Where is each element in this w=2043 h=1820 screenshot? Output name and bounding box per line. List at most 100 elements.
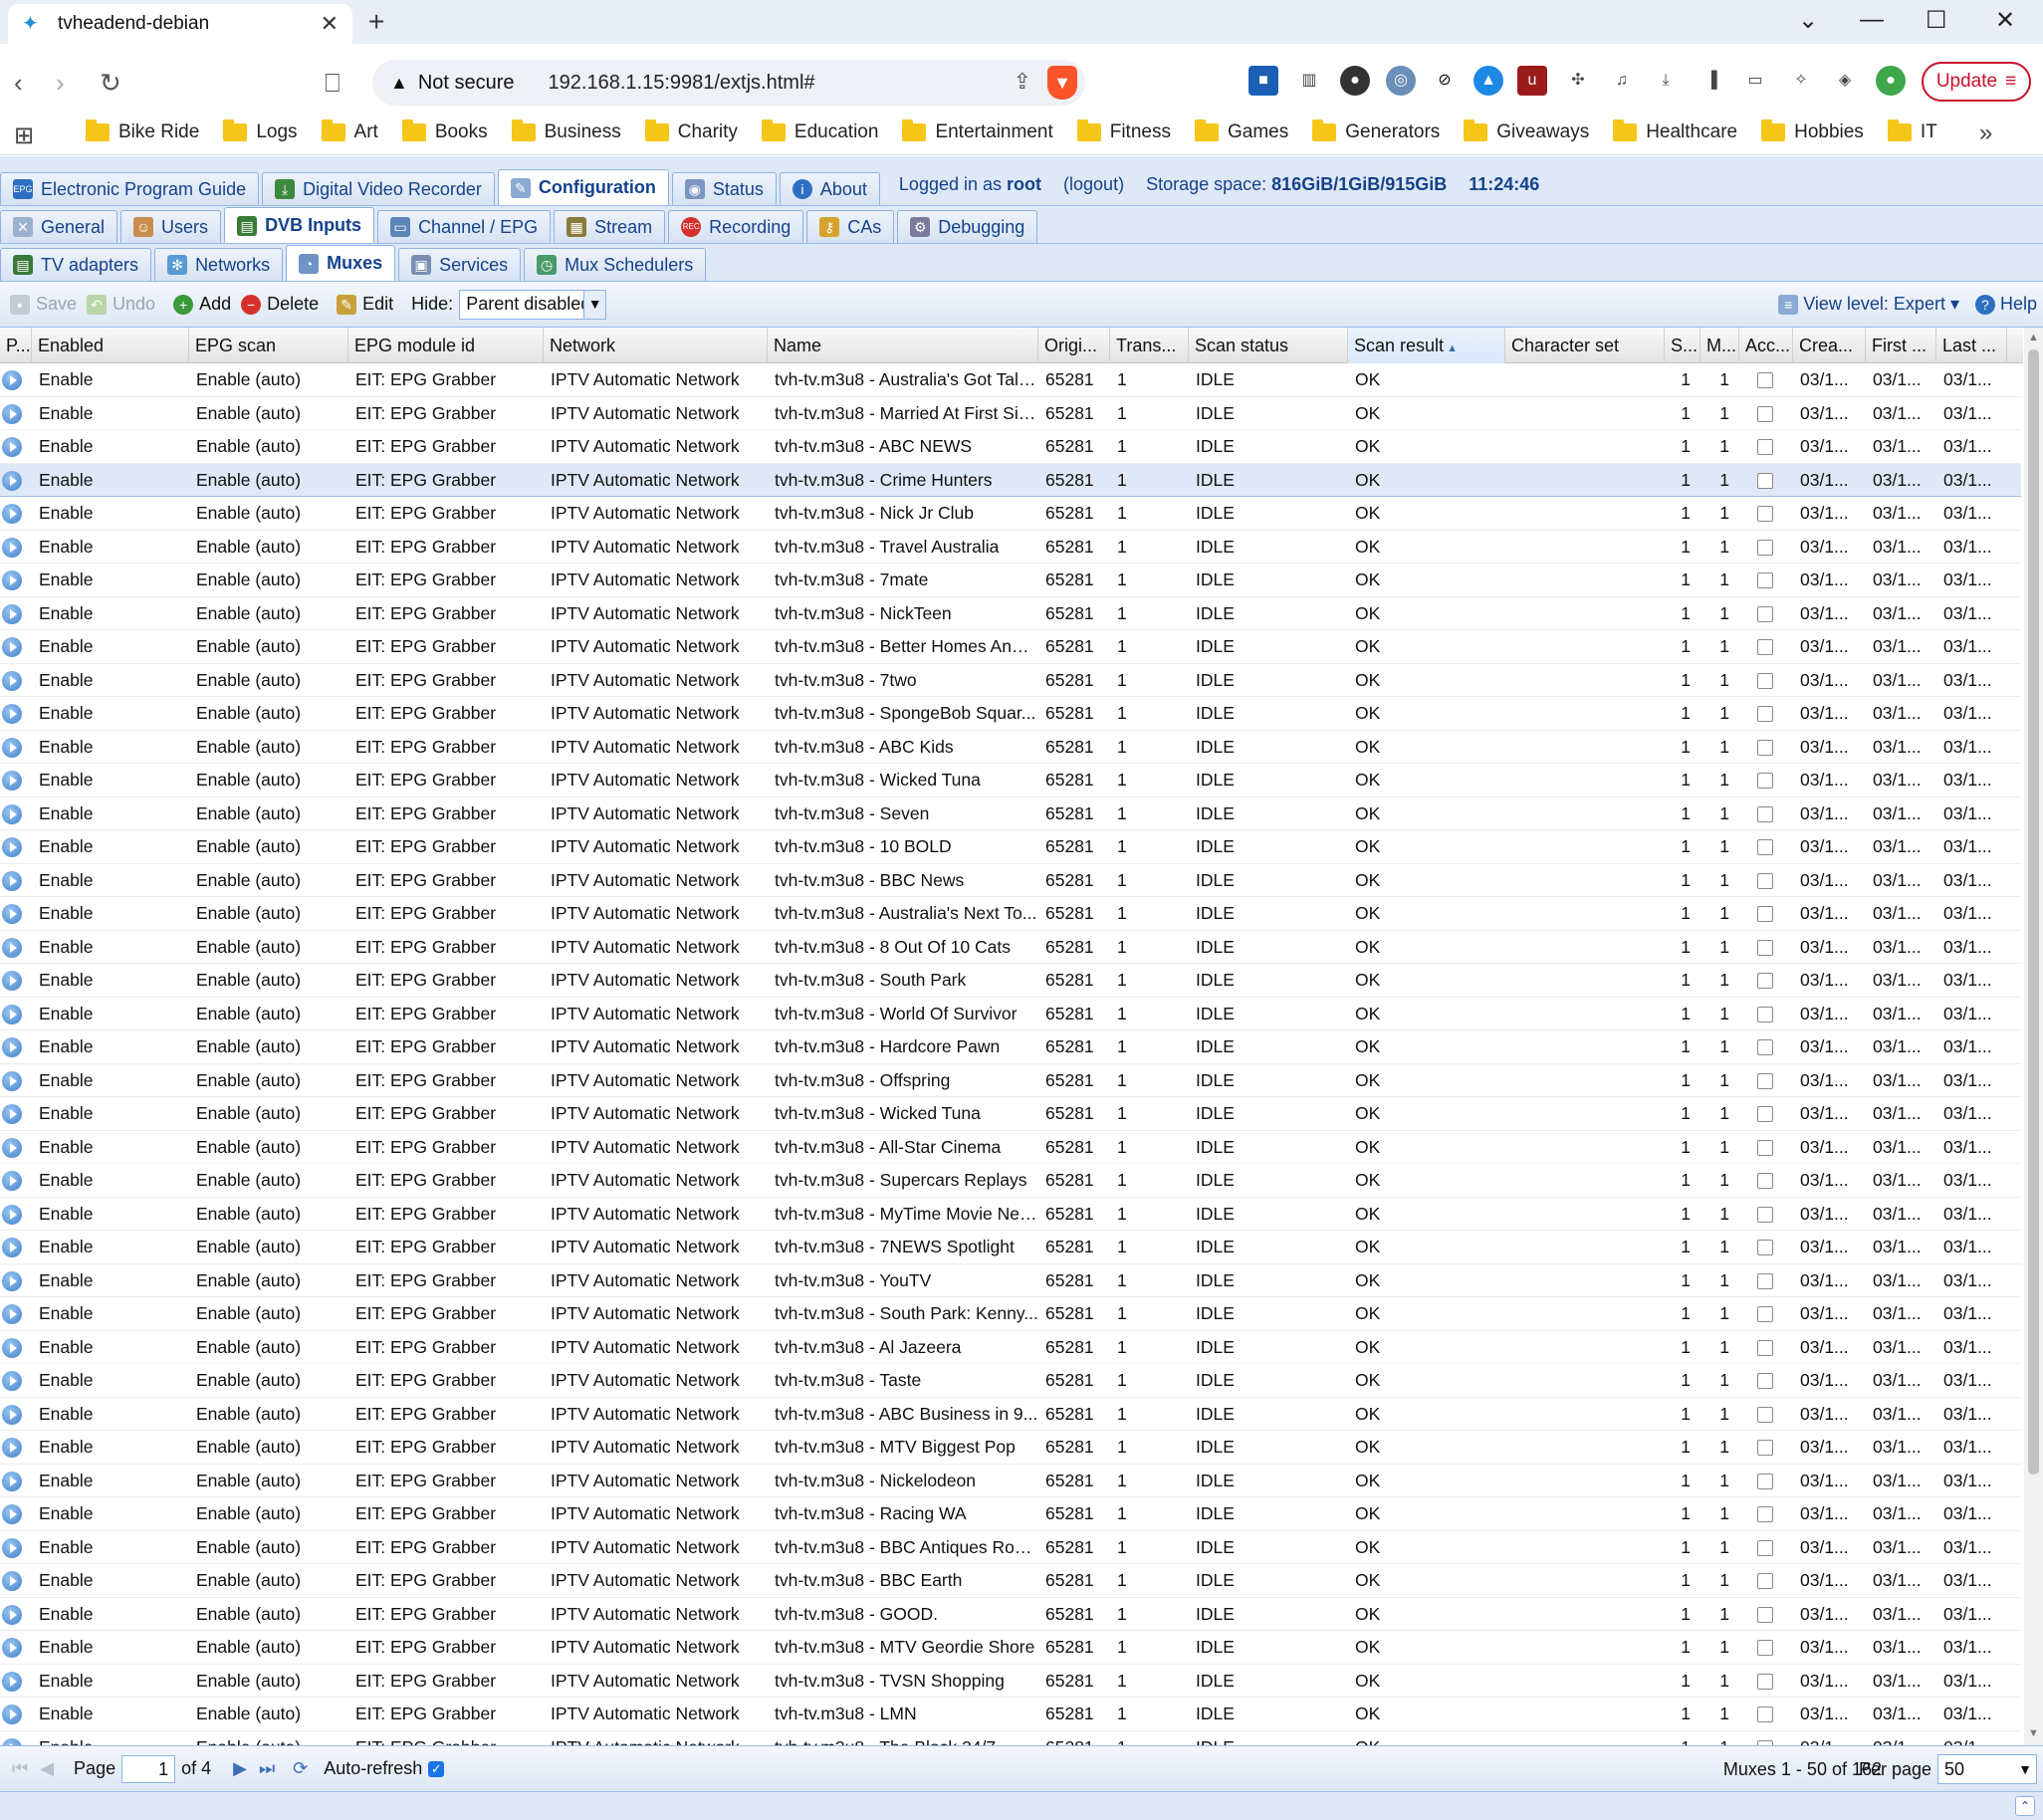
url-text[interactable]: 192.168.1.15:9981/extjs.html# [549, 72, 815, 95]
extensions-puzzle-icon[interactable]: ✣ [1563, 66, 1593, 96]
accept-checkbox[interactable] [1757, 405, 1773, 422]
table-row[interactable]: EnableEnable (auto)EIT: EPG GrabberIPTV … [0, 964, 2021, 998]
refresh-icon[interactable]: ⟳ [293, 1758, 308, 1779]
accept-checkbox[interactable] [1757, 1006, 1773, 1023]
table-row[interactable]: EnableEnable (auto)EIT: EPG GrabberIPTV … [0, 1731, 2021, 1745]
play-icon[interactable] [2, 1337, 22, 1358]
add-button[interactable]: + Add [173, 294, 231, 315]
play-icon[interactable] [2, 570, 22, 590]
play-icon[interactable] [2, 1037, 22, 1057]
first-page-icon[interactable]: ⏮ [12, 1758, 28, 1779]
accept-checkbox[interactable] [1757, 1640, 1773, 1656]
column-header[interactable]: M... [1701, 328, 1739, 363]
play-icon[interactable] [2, 1238, 22, 1257]
play-icon[interactable] [2, 670, 22, 691]
table-row[interactable]: EnableEnable (auto)EIT: EPG GrabberIPTV … [0, 397, 2021, 430]
play-icon[interactable] [2, 1604, 22, 1625]
accept-checkbox[interactable] [1757, 372, 1773, 388]
prev-page-icon[interactable]: ◀ [40, 1758, 54, 1779]
accept-checkbox[interactable] [1757, 1039, 1773, 1055]
table-row[interactable]: EnableEnable (auto)EIT: EPG GrabberIPTV … [0, 830, 2021, 864]
window-close-icon[interactable]: ✕ [1995, 6, 2015, 35]
accept-checkbox[interactable] [1757, 639, 1773, 655]
tab-epg[interactable]: EPG Electronic Program Guide [0, 172, 260, 205]
table-row[interactable]: EnableEnable (auto)EIT: EPG GrabberIPTV … [0, 664, 2021, 697]
save-button[interactable]: ▪ Save [10, 294, 77, 315]
tab-search-chevron-icon[interactable]: ⌄ [1798, 6, 1818, 35]
tab-status[interactable]: ◉ Status [671, 172, 777, 205]
play-icon[interactable] [2, 470, 22, 491]
accept-checkbox[interactable] [1757, 1173, 1773, 1189]
download-icon[interactable]: ⤓ [1651, 66, 1681, 96]
tab-dvr[interactable]: ⤓ Digital Video Recorder [262, 172, 495, 205]
play-icon[interactable] [2, 403, 22, 424]
accept-checkbox[interactable] [1757, 1339, 1773, 1356]
address-bar[interactable]: ▲ Not secure 192.168.1.15:9981/extjs.htm… [372, 60, 1085, 106]
delete-button[interactable]: − Delete [241, 294, 319, 315]
table-row[interactable]: EnableEnable (auto)EIT: EPG GrabberIPTV … [0, 463, 2021, 497]
column-header[interactable]: Acc... [1739, 328, 1793, 363]
accept-checkbox[interactable] [1757, 1206, 1773, 1223]
profile-avatar-icon[interactable]: ● [1876, 66, 1906, 96]
play-icon[interactable] [2, 1471, 22, 1491]
table-row[interactable]: EnableEnable (auto)EIT: EPG GrabberIPTV … [0, 1497, 2021, 1531]
table-row[interactable]: EnableEnable (auto)EIT: EPG GrabberIPTV … [0, 897, 2021, 931]
close-tab-icon[interactable]: ✕ [321, 11, 339, 37]
table-row[interactable]: EnableEnable (auto)EIT: EPG GrabberIPTV … [0, 1465, 2021, 1497]
undo-button[interactable]: ↶ Undo [87, 294, 155, 315]
table-row[interactable]: EnableEnable (auto)EIT: EPG GrabberIPTV … [0, 797, 2021, 830]
accept-checkbox[interactable] [1757, 672, 1773, 689]
play-icon[interactable] [2, 437, 22, 457]
accept-checkbox[interactable] [1757, 805, 1773, 822]
play-icon[interactable] [2, 1270, 22, 1291]
play-icon[interactable] [2, 803, 22, 824]
accept-checkbox[interactable] [1757, 439, 1773, 455]
tab-networks[interactable]: ✻ Networks [154, 248, 284, 281]
tab-tv-adapters[interactable]: ▤ TV adapters [0, 248, 152, 281]
play-icon[interactable] [2, 1070, 22, 1091]
column-header[interactable]: P... [0, 328, 32, 363]
play-icon[interactable] [2, 771, 22, 791]
table-row[interactable]: EnableEnable (auto)EIT: EPG GrabberIPTV … [0, 1064, 2021, 1097]
table-row[interactable]: EnableEnable (auto)EIT: EPG GrabberIPTV … [0, 1598, 2021, 1631]
accept-checkbox[interactable] [1757, 906, 1773, 922]
extension-circle-icon[interactable]: ● [1340, 66, 1370, 96]
tab-general[interactable]: ✕ General [0, 210, 118, 243]
scroll-up-icon[interactable]: ▲ [2028, 332, 2039, 343]
logout-link[interactable]: (logout) [1063, 174, 1124, 195]
play-icon[interactable] [2, 1537, 22, 1558]
accept-checkbox[interactable] [1757, 1373, 1773, 1389]
tab-configuration[interactable]: ✎ Configuration [497, 169, 669, 205]
bookmark-item[interactable]: Books [401, 119, 488, 143]
tab-muxes[interactable]: ◔ Muxes [286, 245, 396, 281]
tab-mux-schedulers[interactable]: ◷ Mux Schedulers [524, 248, 707, 281]
table-row[interactable]: EnableEnable (auto)EIT: EPG GrabberIPTV … [0, 1364, 2021, 1398]
table-row[interactable]: EnableEnable (auto)EIT: EPG GrabberIPTV … [0, 363, 2021, 397]
table-row[interactable]: EnableEnable (auto)EIT: EPG GrabberIPTV … [0, 1164, 2021, 1198]
bookmark-item[interactable]: Healthcare [1613, 119, 1737, 143]
forward-icon[interactable]: › [56, 68, 65, 99]
accept-checkbox[interactable] [1757, 706, 1773, 722]
table-row[interactable]: EnableEnable (auto)EIT: EPG GrabberIPTV … [0, 1698, 2021, 1731]
bookmark-item[interactable]: Business [511, 119, 621, 143]
next-page-icon[interactable]: ▶ [233, 1758, 247, 1779]
column-header[interactable]: Scan status [1189, 328, 1348, 363]
play-icon[interactable] [2, 603, 22, 624]
chevron-down-icon[interactable]: ▼ [583, 290, 606, 319]
accept-checkbox[interactable] [1757, 1673, 1773, 1690]
accept-checkbox[interactable] [1757, 472, 1773, 489]
table-row[interactable]: EnableEnable (auto)EIT: EPG GrabberIPTV … [0, 531, 2021, 564]
accept-checkbox[interactable] [1757, 839, 1773, 855]
table-row[interactable]: EnableEnable (auto)EIT: EPG GrabberIPTV … [0, 1665, 2021, 1698]
table-row[interactable]: EnableEnable (auto)EIT: EPG GrabberIPTV … [0, 998, 2021, 1030]
vpn-icon[interactable]: ◈ [1830, 66, 1860, 96]
bookmark-item[interactable]: Fitness [1076, 119, 1171, 143]
extension-trash-icon[interactable]: ▥ [1294, 66, 1324, 96]
accept-checkbox[interactable] [1757, 1706, 1773, 1722]
table-row[interactable]: EnableEnable (auto)EIT: EPG GrabberIPTV … [0, 430, 2021, 464]
bookmark-item[interactable]: Hobbies [1761, 119, 1864, 143]
bookmark-item[interactable]: Bike Ride [86, 119, 199, 143]
tab-recording[interactable]: REC Recording [668, 210, 804, 243]
extension-pin-icon[interactable]: ■ [1248, 66, 1278, 96]
table-row[interactable]: EnableEnable (auto)EIT: EPG GrabberIPTV … [0, 731, 2021, 764]
